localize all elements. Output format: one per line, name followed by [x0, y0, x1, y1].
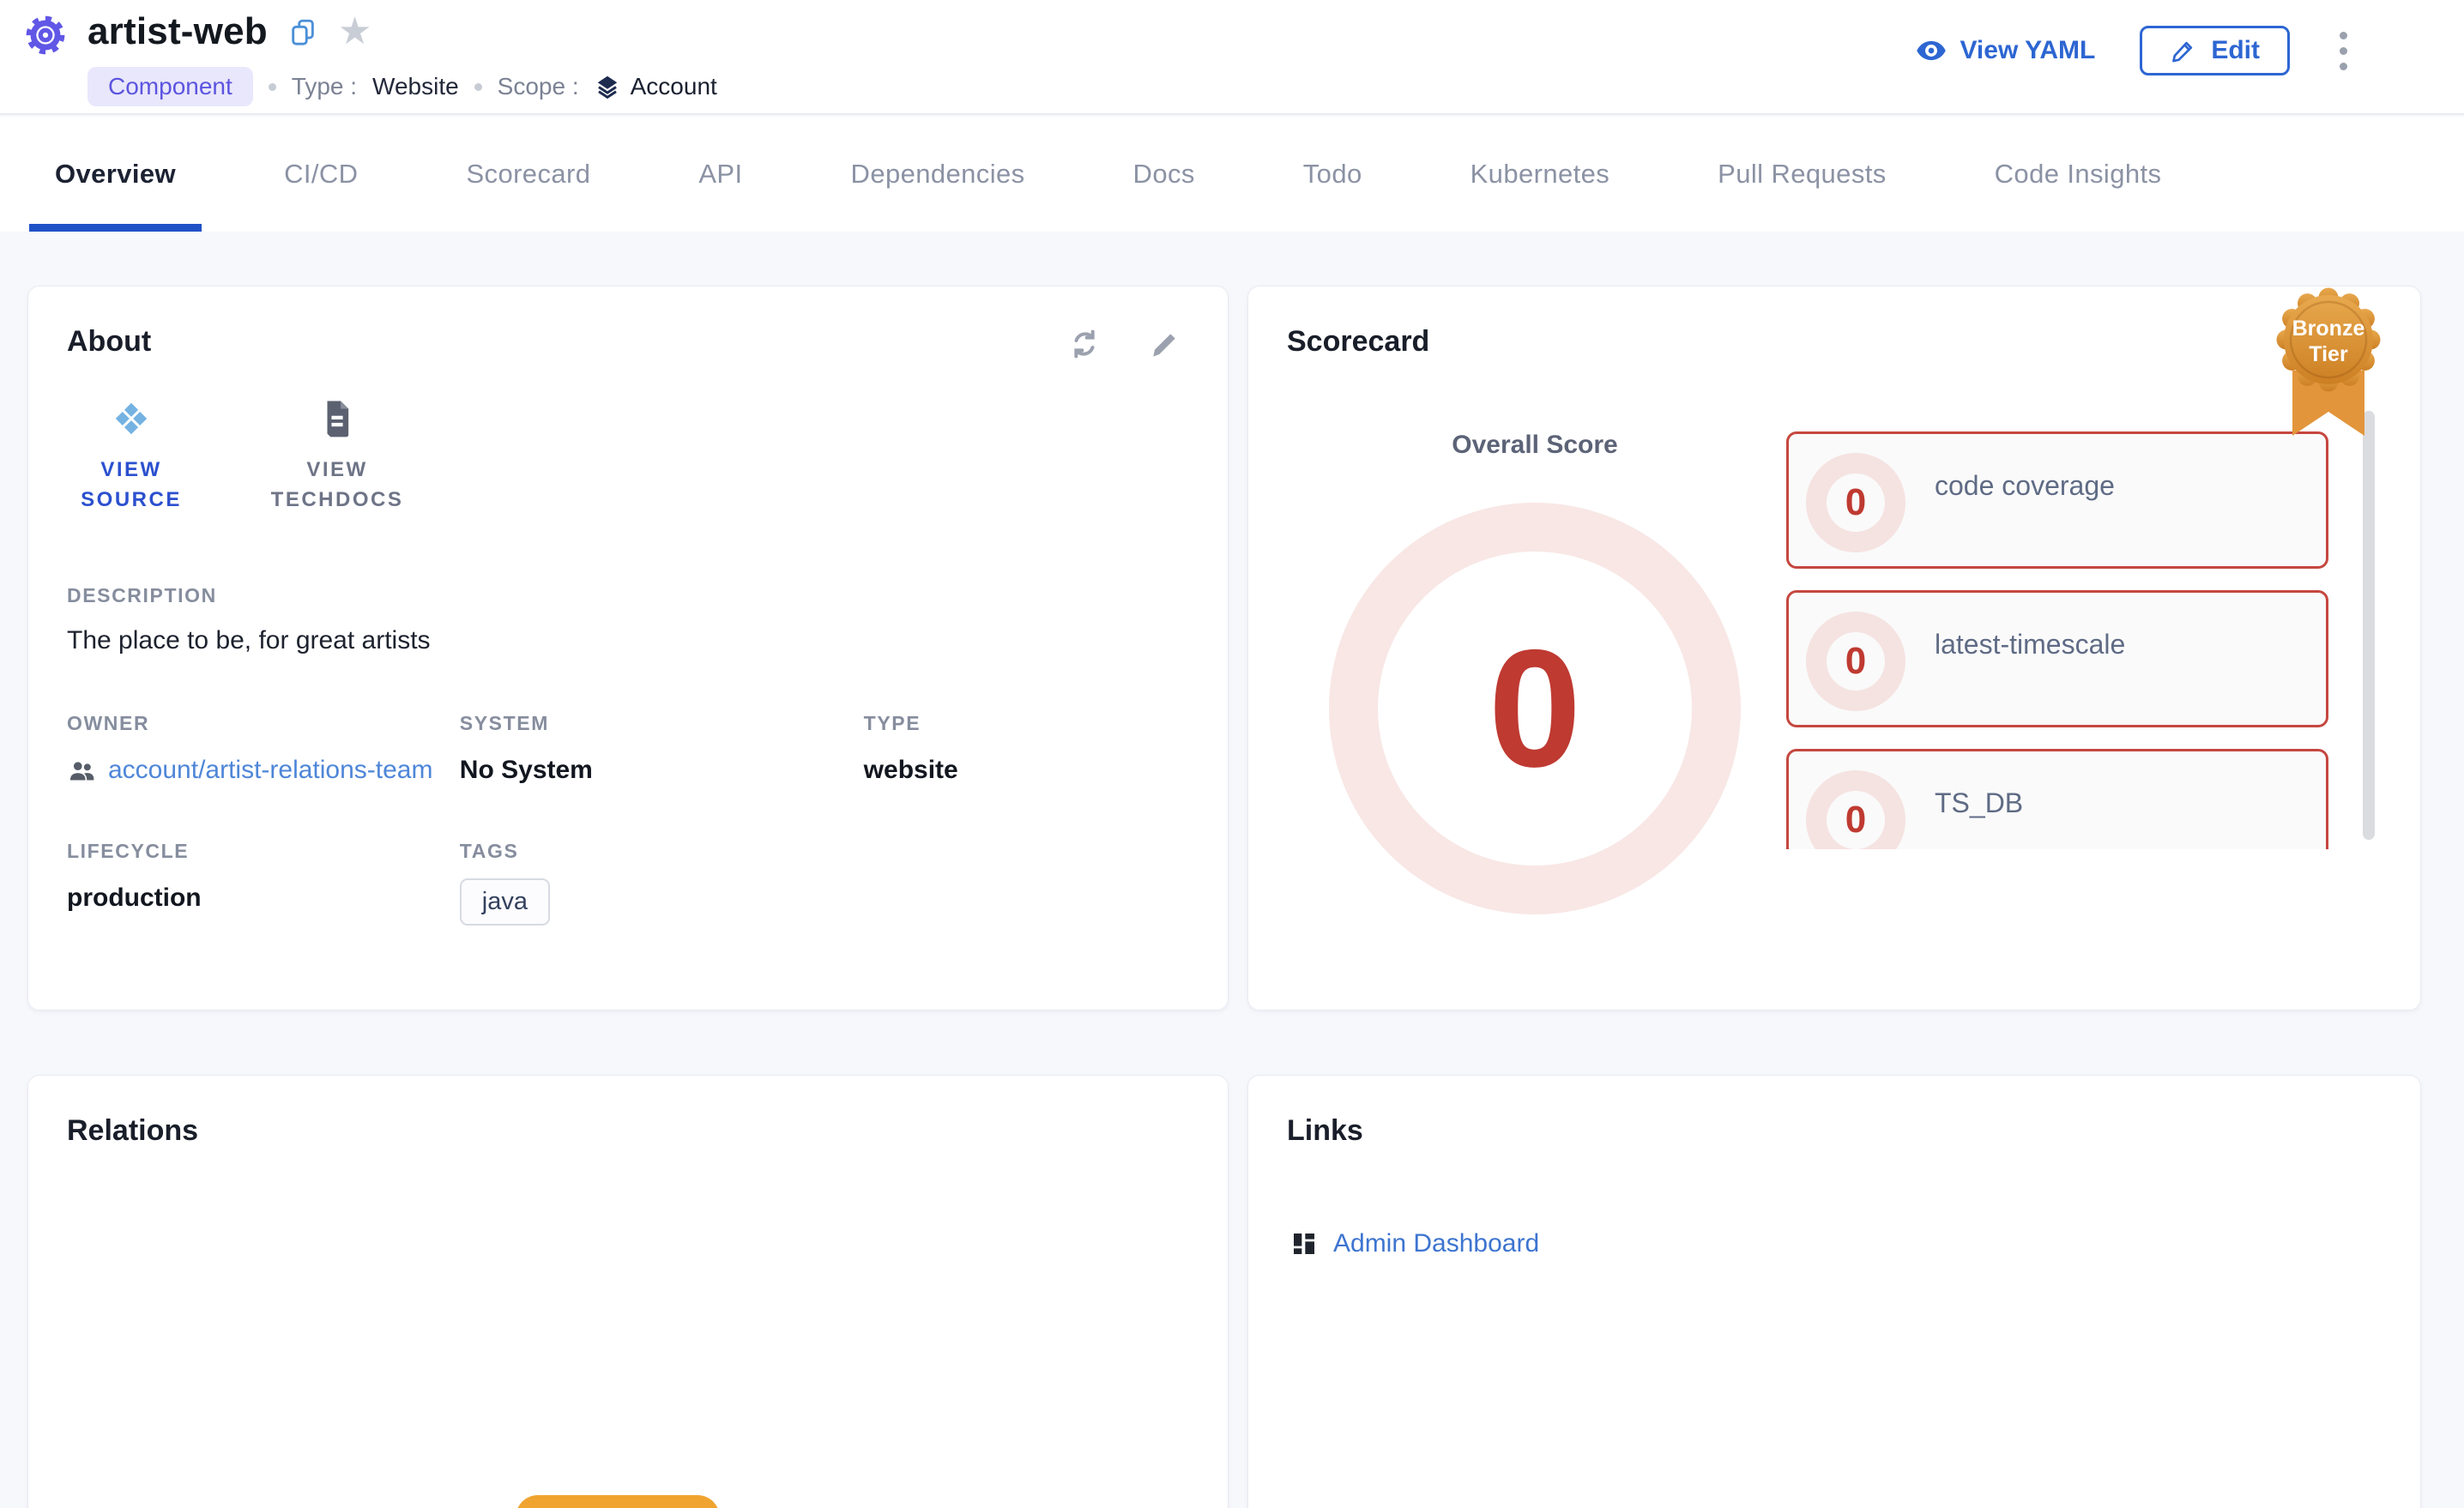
overview-content: About [0, 232, 2464, 1508]
tier-badge-line2: Tier [2309, 342, 2348, 366]
page-header: artist-web Component Type : Website Scop… [0, 0, 2464, 115]
description-value: The place to be, for great artists [67, 626, 1189, 655]
link-label: Admin Dashboard [1333, 1229, 1539, 1258]
scorecard-card-title: Scorecard [1287, 325, 2382, 359]
edit-about-pencil-icon[interactable] [1148, 327, 1182, 361]
favorite-star-icon[interactable] [338, 13, 371, 51]
check-score-ring: 0 [1806, 453, 1905, 552]
entity-tabbar: Overview CI/CD Scorecard API Dependencie… [0, 117, 2464, 232]
system-value: No System [460, 756, 864, 785]
tag-chip-java[interactable]: java [460, 878, 550, 926]
check-card-ts-db[interactable]: 0 TS_DB [1786, 749, 2328, 849]
edit-button[interactable]: Edit [2140, 26, 2290, 75]
view-techdocs-label: VIEW TECHDOCS [256, 455, 419, 516]
tags-label: TAGS [460, 840, 864, 863]
relations-card: Relations [27, 1075, 1229, 1508]
more-options-kebab-icon[interactable] [2334, 27, 2352, 75]
checks-scrollbar-thumb[interactable] [2363, 411, 2375, 840]
links-card: Links Admin Dashboard [1247, 1075, 2421, 1508]
links-card-title: Links [1287, 1114, 2382, 1148]
scope-label: Scope : [498, 73, 579, 100]
check-score-ring: 0 [1806, 770, 1905, 849]
relations-card-title: Relations [67, 1114, 1189, 1148]
overall-score-value: 0 [1489, 612, 1581, 805]
edit-button-label: Edit [2211, 36, 2260, 65]
separator-dot [269, 83, 276, 91]
system-field: SYSTEM No System [460, 712, 864, 788]
relations-action-button[interactable] [516, 1495, 720, 1508]
check-score-value: 0 [1845, 640, 1866, 683]
pencil-icon [2170, 37, 2197, 64]
tab-overview[interactable]: Overview [29, 117, 202, 232]
owner-label: OWNER [67, 712, 460, 735]
kind-badge: Component [88, 67, 253, 106]
tab-dependencies[interactable]: Dependencies [825, 117, 1051, 232]
component-page: artist-web Component Type : Website Scop… [0, 0, 2464, 1508]
scorecard-checks-list: 0 code coverage 0 latest-timescale 0 TS_… [1786, 431, 2328, 849]
refresh-icon[interactable] [1067, 327, 1102, 361]
lifecycle-value: production [67, 884, 460, 913]
header-actions: View YAML Edit [1915, 26, 2352, 75]
about-card: About [27, 286, 1229, 1010]
check-score-value: 0 [1845, 799, 1866, 841]
tags-field: TAGS java [460, 840, 864, 926]
tab-docs[interactable]: Docs [1108, 117, 1221, 232]
lifecycle-label: LIFECYCLE [67, 840, 460, 863]
scorecard-card: Scorecard Overall Score 0 0 code coverag… [1247, 286, 2421, 1010]
tier-badge-line1: Bronze [2292, 317, 2365, 341]
view-yaml-link[interactable]: View YAML [1915, 34, 2095, 67]
page-title: artist-web [88, 10, 268, 53]
layers-icon [595, 74, 620, 100]
tab-code-insights[interactable]: Code Insights [1969, 117, 2188, 232]
check-score-value: 0 [1845, 481, 1866, 524]
separator-dot [474, 83, 482, 91]
system-label: SYSTEM [460, 712, 864, 735]
tab-api[interactable]: API [673, 117, 768, 232]
check-card-code-coverage[interactable]: 0 code coverage [1786, 431, 2328, 569]
bronze-tier-badge: Bronze Tier [2260, 287, 2397, 471]
type-field: TYPE website [864, 712, 1189, 788]
eye-icon [1915, 34, 1948, 67]
about-card-title: About [67, 325, 151, 359]
check-name: latest-timescale [1935, 629, 2125, 715]
check-score-ring: 0 [1806, 612, 1905, 711]
tab-pull-requests[interactable]: Pull Requests [1692, 117, 1911, 232]
type-label: Type : [292, 73, 357, 100]
view-techdocs-button[interactable]: VIEW TECHDOCS [256, 399, 419, 516]
tab-todo[interactable]: Todo [1277, 117, 1388, 232]
tab-scorecard[interactable]: Scorecard [440, 117, 616, 232]
check-name: TS_DB [1935, 787, 2023, 849]
overall-score-donut: 0 [1329, 503, 1741, 914]
link-item-admin-dashboard[interactable]: Admin Dashboard [1290, 1229, 2382, 1258]
tab-ci-cd[interactable]: CI/CD [258, 117, 383, 232]
lifecycle-field: LIFECYCLE production [67, 840, 460, 926]
group-icon [67, 756, 96, 785]
owner-field: OWNER account/artist-relations-team [67, 712, 460, 788]
owner-link[interactable]: account/artist-relations-team [108, 752, 460, 788]
type-field-value: website [864, 756, 1189, 785]
view-source-button[interactable]: VIEW SOURCE [67, 399, 196, 516]
dashboard-icon [1290, 1230, 1318, 1258]
type-value: Website [372, 73, 459, 100]
entity-meta-row: Component Type : Website Scope : Account [88, 67, 717, 106]
svg-text:Bronze: Bronze [2292, 317, 2365, 341]
scope-value: Account [631, 73, 717, 100]
type-field-label: TYPE [864, 712, 1189, 735]
check-name: code coverage [1935, 470, 2115, 556]
check-card-latest-timescale[interactable]: 0 latest-timescale [1786, 590, 2328, 727]
svg-text:Tier: Tier [2309, 342, 2348, 366]
title-row: artist-web [88, 10, 371, 53]
description-label: DESCRIPTION [67, 584, 1189, 607]
scope-value-group: Account [595, 73, 717, 100]
component-gear-icon [24, 14, 67, 57]
copy-icon[interactable] [288, 17, 317, 46]
document-icon [320, 399, 354, 438]
tab-kubernetes[interactable]: Kubernetes [1445, 117, 1636, 232]
overall-score-label: Overall Score [1452, 431, 1617, 460]
view-yaml-label: View YAML [1960, 36, 2095, 65]
source-icon [112, 399, 151, 438]
view-source-label: VIEW SOURCE [67, 455, 196, 516]
